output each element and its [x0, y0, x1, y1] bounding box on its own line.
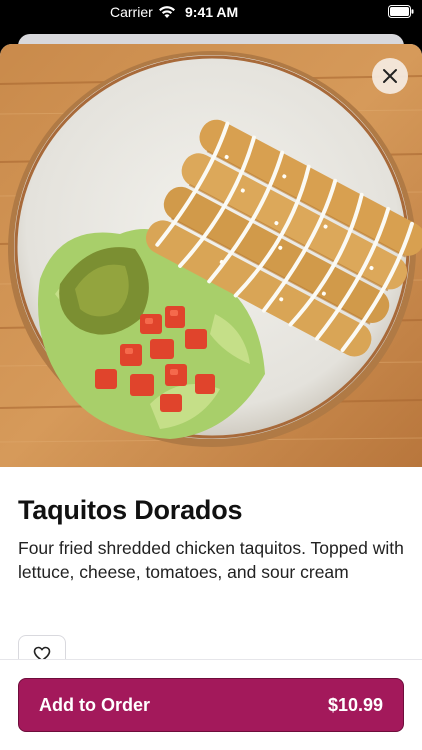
battery-icon — [388, 5, 414, 18]
item-image — [0, 44, 422, 467]
item-photo-illustration — [0, 44, 422, 467]
item-title: Taquitos Dorados — [18, 495, 243, 525]
close-button[interactable] — [372, 58, 408, 94]
bottom-action-bar: Add to Order $10.99 — [0, 659, 422, 750]
carrier-label: Carrier — [110, 4, 153, 20]
close-icon — [383, 69, 397, 83]
item-description: Four fried shredded chicken taquitos. To… — [18, 538, 404, 582]
status-bar: Carrier 9:41 AM — [0, 0, 422, 26]
status-time: 9:41 AM — [185, 4, 239, 20]
item-price: $10.99 — [327, 694, 383, 715]
item-detail-sheet: Taquitos Dorados Four fried shredded chi… — [0, 44, 422, 750]
add-to-order-button[interactable]: Add to Order $10.99 — [18, 678, 404, 732]
add-to-order-label: Add to Order — [39, 694, 150, 715]
wifi-icon — [159, 6, 175, 18]
